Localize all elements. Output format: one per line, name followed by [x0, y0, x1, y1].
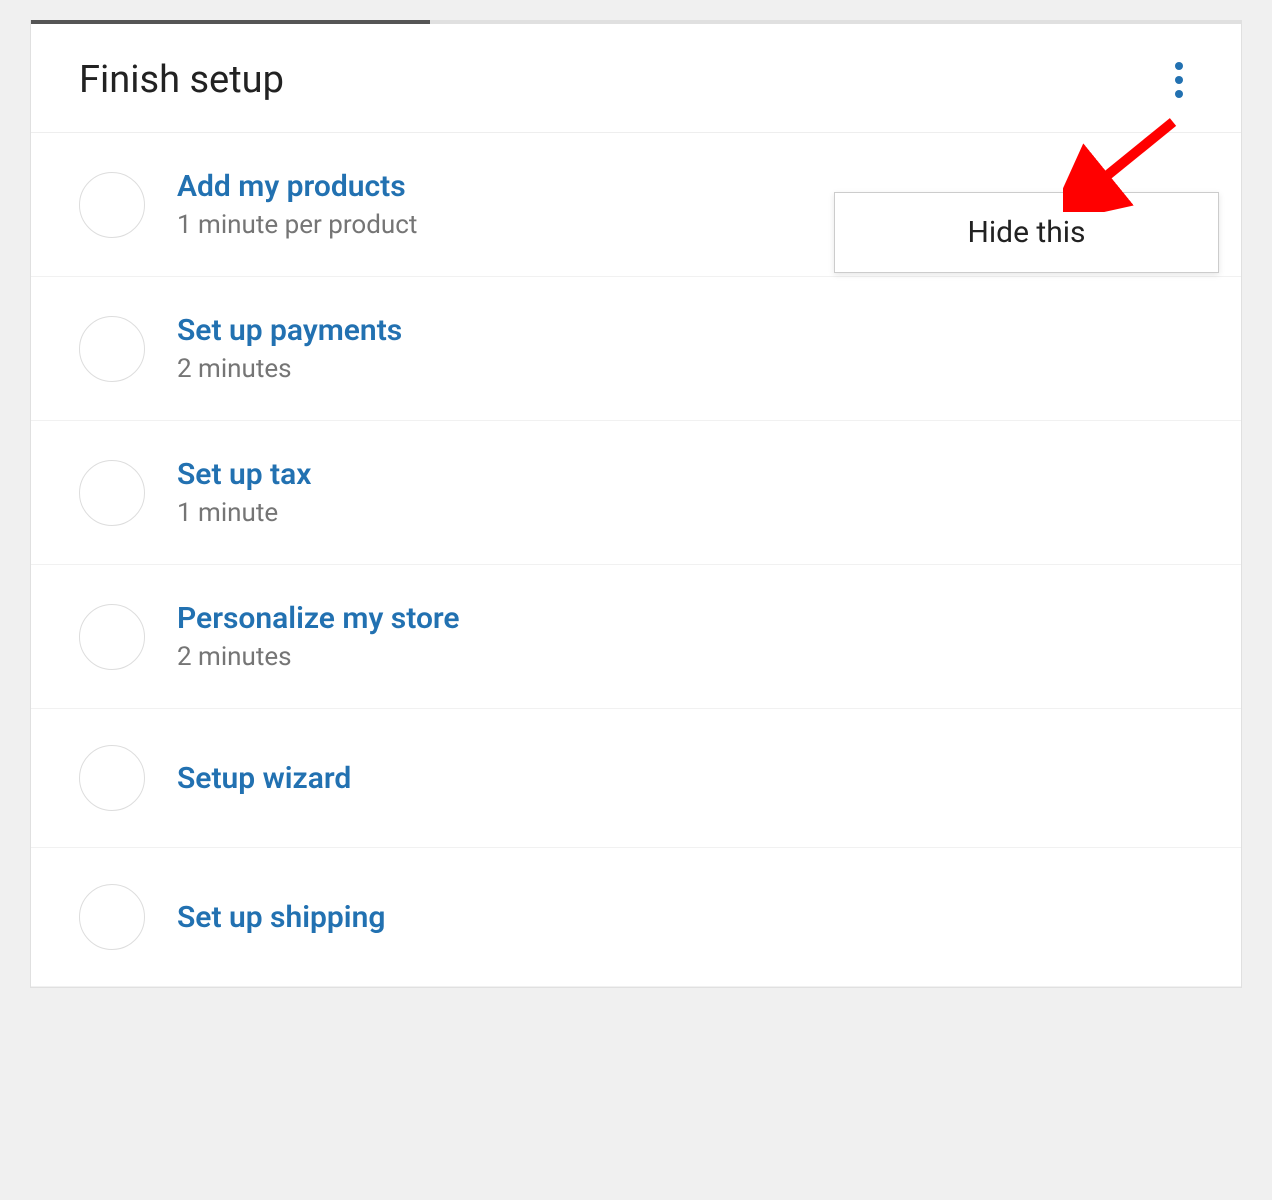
- task-item-tax[interactable]: Set up tax 1 minute: [31, 421, 1241, 565]
- task-item-payments[interactable]: Set up payments 2 minutes: [31, 277, 1241, 421]
- task-title: Set up payments: [177, 313, 402, 348]
- task-item-personalize[interactable]: Personalize my store 2 minutes: [31, 565, 1241, 709]
- task-title: Add my products: [177, 169, 417, 204]
- task-content: Setup wizard: [177, 761, 351, 796]
- options-popover: Hide this: [834, 192, 1219, 273]
- task-content: Add my products 1 minute per product: [177, 169, 417, 240]
- page-title: Finish setup: [79, 58, 284, 102]
- task-content: Personalize my store 2 minutes: [177, 601, 460, 672]
- task-subtitle: 2 minutes: [177, 642, 460, 672]
- task-content: Set up shipping: [177, 900, 385, 935]
- task-content: Set up tax 1 minute: [177, 457, 311, 528]
- task-title: Set up shipping: [177, 900, 385, 935]
- task-status-circle-icon: [79, 884, 145, 950]
- task-subtitle: 2 minutes: [177, 354, 402, 384]
- task-status-circle-icon: [79, 604, 145, 670]
- kebab-dot-icon: [1175, 76, 1183, 84]
- progress-bar: [31, 20, 430, 24]
- card-header: Finish setup: [31, 24, 1241, 133]
- more-options-button[interactable]: [1165, 56, 1193, 104]
- task-status-circle-icon: [79, 316, 145, 382]
- task-title: Personalize my store: [177, 601, 460, 636]
- task-status-circle-icon: [79, 172, 145, 238]
- kebab-dot-icon: [1175, 62, 1183, 70]
- task-subtitle: 1 minute per product: [177, 210, 417, 240]
- task-content: Set up payments 2 minutes: [177, 313, 402, 384]
- task-status-circle-icon: [79, 460, 145, 526]
- task-status-circle-icon: [79, 745, 145, 811]
- task-title: Set up tax: [177, 457, 311, 492]
- task-item-shipping[interactable]: Set up shipping: [31, 848, 1241, 987]
- setup-card: Finish setup Hide this Add my products 1…: [30, 20, 1242, 988]
- hide-this-option[interactable]: Hide this: [835, 193, 1218, 272]
- task-title: Setup wizard: [177, 761, 351, 796]
- task-subtitle: 1 minute: [177, 498, 311, 528]
- task-item-setup-wizard[interactable]: Setup wizard: [31, 709, 1241, 848]
- kebab-dot-icon: [1175, 90, 1183, 98]
